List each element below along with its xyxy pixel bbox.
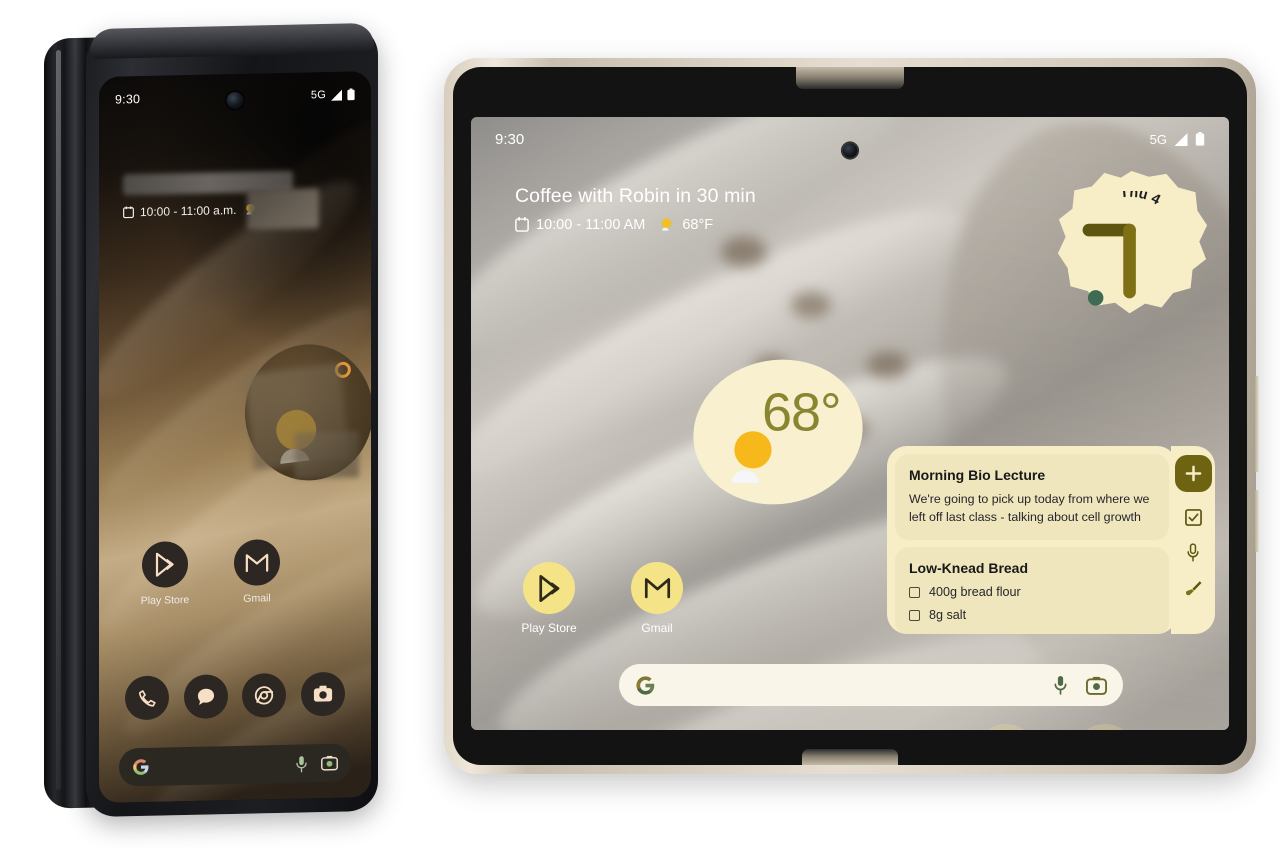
hinge-notch-bottom — [802, 749, 898, 765]
microphone-icon[interactable] — [1053, 675, 1068, 695]
note-card[interactable]: Morning Bio Lecture We're going to pick … — [895, 454, 1169, 541]
folded-app-play-store[interactable]: Play Store — [133, 541, 197, 607]
google-search-bar[interactable] — [619, 664, 1123, 706]
unfolded-notification-temp: 68°F — [682, 216, 714, 233]
plus-icon — [1185, 465, 1201, 482]
folded-status-network: 5G — [310, 89, 326, 102]
folded-search-bar[interactable] — [119, 743, 351, 787]
unfolded-status-bar: 9:30 5G — [471, 127, 1229, 151]
unfolded-notification[interactable]: Coffee with Robin in 30 min 10:00 - 11:0… — [515, 185, 756, 233]
unfolded-app-label: Gmail — [641, 621, 673, 635]
folded-weather-blur-overlay-2 — [295, 431, 359, 479]
camera-icon[interactable] — [300, 671, 345, 717]
folded-notification-blur-overlay — [247, 188, 319, 230]
unfolded-app-play-store[interactable]: Play Store — [515, 562, 583, 635]
unfolded-notification-subtitle: 10:00 - 11:00 AM 68°F — [515, 216, 756, 233]
note-card[interactable]: Low-Knead Bread 400g bread flour 8g salt — [895, 547, 1169, 634]
folded-phone-screen: 9:30 5G 10:00 - 11:00 a.m. Play Store Gm… — [99, 71, 371, 803]
phone-icon[interactable] — [125, 675, 170, 721]
folded-notification-time: 10:00 - 11:00 a.m. — [140, 202, 237, 219]
analog-clock-hands — [1082, 223, 1136, 306]
note-title: Morning Bio Lecture — [909, 467, 1046, 483]
unfolded-app-grid: Play Store Gmail — [515, 562, 691, 635]
gmail-icon — [631, 562, 683, 614]
folded-phone-spine-highlight — [56, 49, 61, 791]
note-checklist-item[interactable]: 8g salt — [909, 608, 1155, 622]
sun-cloud-icon — [721, 424, 787, 493]
calendar-icon — [123, 205, 134, 218]
note-title: Low-Knead Bread — [909, 560, 1029, 577]
microphone-icon[interactable] — [295, 755, 308, 772]
chrome-icon[interactable] — [242, 672, 287, 718]
note-item-label: 400g bread flour — [929, 585, 1021, 600]
folded-status-time: 9:30 — [115, 92, 141, 107]
google-lens-icon[interactable] — [1086, 676, 1107, 695]
google-g-icon — [133, 759, 149, 775]
unfolded-foldable-device: 9:30 5G Coffee with Robin in 30 min 10:0… — [444, 58, 1259, 774]
checkbox-checked-icon[interactable] — [1184, 509, 1202, 526]
checkbox-icon[interactable] — [909, 586, 920, 598]
unfolded-status-time: 9:30 — [495, 130, 525, 148]
messages-icon[interactable] — [183, 674, 228, 720]
battery-full-icon — [347, 88, 355, 101]
folded-dock — [99, 671, 371, 721]
add-note-button[interactable] — [1174, 455, 1212, 492]
calendar-icon — [515, 217, 529, 232]
unfolded-app-label: Play Store — [521, 621, 577, 635]
gmail-icon — [234, 539, 280, 587]
unfolded-notification-title: Coffee with Robin in 30 min — [515, 185, 756, 207]
clock-widget[interactable]: Thu 4 — [1054, 169, 1209, 319]
microphone-icon[interactable] — [1186, 543, 1200, 562]
checkbox-icon[interactable] — [909, 609, 920, 621]
sun-cloud-icon — [662, 218, 672, 231]
folded-app-gmail[interactable]: Gmail — [225, 539, 289, 605]
brush-icon[interactable] — [1184, 579, 1203, 598]
folded-phone-device: 9:30 5G 10:00 - 11:00 a.m. Play Store Gm… — [44, 22, 380, 818]
google-g-icon — [636, 675, 655, 695]
notes-widget-action-rail — [1171, 446, 1215, 634]
power-button[interactable] — [1255, 376, 1259, 472]
unfolded-status-network: 5G — [1149, 131, 1167, 147]
folded-app-grid: Play Store Gmail — [99, 537, 371, 608]
folded-phone-top-cap — [90, 22, 374, 60]
volume-button[interactable] — [1255, 490, 1259, 552]
battery-full-icon — [1195, 132, 1205, 146]
unfolded-app-gmail[interactable]: Gmail — [623, 562, 691, 635]
note-checklist-item[interactable]: 400g bread flour — [909, 585, 1155, 599]
note-item-label: 8g salt — [929, 608, 967, 623]
folded-notification[interactable]: 10:00 - 11:00 a.m. — [123, 169, 353, 230]
notes-widget[interactable]: Morning Bio Lecture We're going to pick … — [887, 446, 1177, 634]
folded-app-label: Play Store — [140, 593, 190, 608]
play-store-icon — [523, 562, 575, 614]
unfolded-notification-time: 10:00 - 11:00 AM — [536, 216, 646, 233]
signal-bars-icon — [1174, 132, 1188, 146]
screenshot-stage: 9:30 5G 10:00 - 11:00 a.m. Play Store Gm… — [0, 0, 1280, 850]
google-lens-icon[interactable] — [321, 755, 338, 771]
hinge-notch-top — [796, 67, 904, 89]
play-store-icon — [142, 541, 188, 589]
folded-app-label: Gmail — [243, 592, 271, 605]
unfolded-screen: 9:30 5G Coffee with Robin in 30 min 10:0… — [471, 117, 1229, 730]
signal-bars-icon — [331, 89, 342, 101]
note-body: We're going to pick up today from where … — [909, 492, 1150, 524]
